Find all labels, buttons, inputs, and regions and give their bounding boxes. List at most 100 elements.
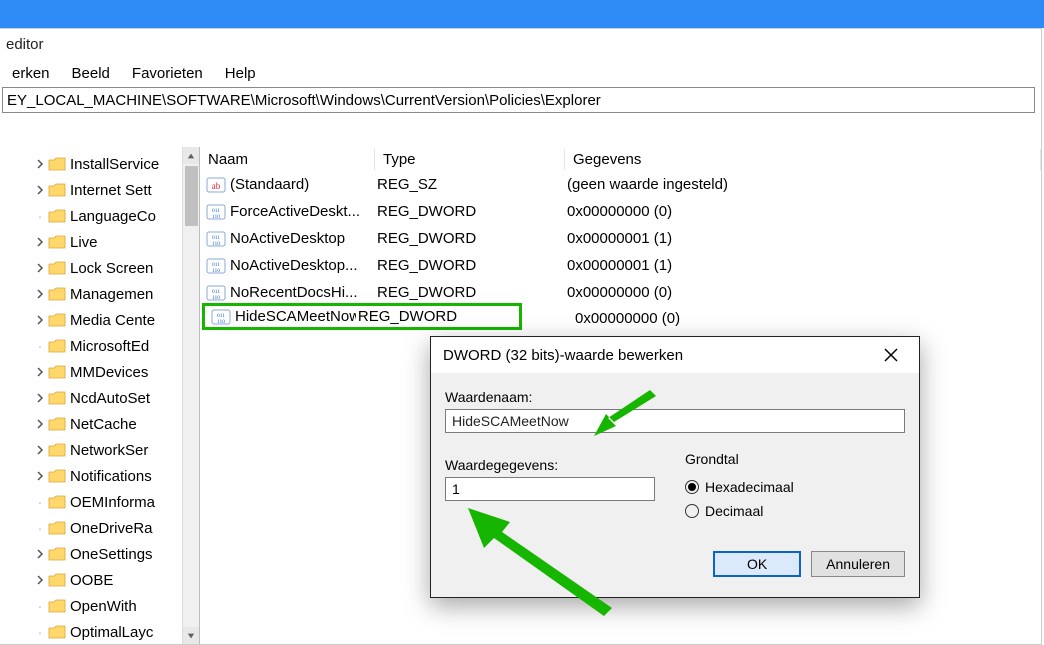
menu-help[interactable]: Help <box>217 63 264 84</box>
chevron-right-icon[interactable] <box>32 393 48 403</box>
tree-item-label: Media Cente <box>70 312 155 329</box>
tree-item[interactable]: OOBE <box>4 567 199 593</box>
ok-button[interactable]: OK <box>713 551 801 577</box>
chevron-right-icon[interactable] <box>32 263 48 273</box>
list-row[interactable]: 011110HideSCAMeetNowREG_DWORD <box>202 303 522 330</box>
tree-item[interactable]: Internet Sett <box>4 177 199 203</box>
folder-icon <box>48 235 66 249</box>
radio-dec-icon <box>685 504 699 518</box>
tree-item-label: OneSettings <box>70 546 153 563</box>
list-header[interactable]: Naam Type Gegevens <box>200 147 1041 171</box>
window-title: editor <box>0 29 1041 59</box>
folder-icon <box>48 261 66 275</box>
col-name[interactable]: Naam <box>200 149 375 170</box>
chevron-right-icon[interactable] <box>32 471 48 481</box>
col-type[interactable]: Type <box>375 149 565 170</box>
tree-item[interactable]: OneSettings <box>4 541 199 567</box>
svg-text:110: 110 <box>212 295 220 301</box>
tree-item-label: NetCache <box>70 416 137 433</box>
tree-item[interactable]: ·MicrosoftEd <box>4 333 199 359</box>
tree-item[interactable]: Media Cente <box>4 307 199 333</box>
chevron-right-icon[interactable] <box>32 419 48 429</box>
tree-item-label: NcdAutoSet <box>70 390 150 407</box>
chevron-right-icon[interactable] <box>32 549 48 559</box>
dialog-title: DWORD (32 bits)-waarde bewerken <box>443 347 683 364</box>
value-data: 0x00000001 (1) <box>565 257 1041 274</box>
tree-item[interactable]: Lock Screen <box>4 255 199 281</box>
tree-item[interactable]: ·LanguageCo <box>4 203 199 229</box>
tree-item[interactable]: ·OpenWith <box>4 593 199 619</box>
tree-item[interactable]: NetCache <box>4 411 199 437</box>
address-bar-text[interactable]: EY_LOCAL_MACHINE\SOFTWARE\Microsoft\Wind… <box>3 91 1034 110</box>
list-row[interactable]: 011110NoActiveDesktop... REG_DWORD0x00000… <box>200 252 1041 279</box>
tree-item-label: MMDevices <box>70 364 148 381</box>
chevron-right-icon[interactable] <box>32 185 48 195</box>
cancel-button[interactable]: Annuleren <box>811 551 905 577</box>
tree-scrollbar[interactable] <box>182 147 199 644</box>
chevron-right-icon[interactable] <box>32 159 48 169</box>
reg-dword-icon: 011110 <box>206 257 226 275</box>
tree-item[interactable]: ·OneDriveRa <box>4 515 199 541</box>
tree-item[interactable]: Managemen <box>4 281 199 307</box>
menubar: erken Beeld Favorieten Help <box>0 59 1041 87</box>
tree-item[interactable]: ·OEMInforma <box>4 489 199 515</box>
value-data-field[interactable] <box>445 477 655 501</box>
chevron-right-icon[interactable] <box>32 237 48 247</box>
svg-text:ab: ab <box>212 181 221 191</box>
tree-pane: InstallServiceInternet Sett·LanguageCoLi… <box>0 147 200 644</box>
menu-edit[interactable]: erken <box>4 63 58 84</box>
list-row[interactable]: 011110ForceActiveDeskt...REG_DWORD0x0000… <box>200 198 1041 225</box>
reg-dword-icon: 011110 <box>206 203 226 221</box>
list-row[interactable]: ab(Standaard)REG_SZ(geen waarde ingestel… <box>200 171 1041 198</box>
tree-item[interactable]: MMDevices <box>4 359 199 385</box>
value-type: REG_DWORD <box>375 257 565 274</box>
folder-icon <box>48 183 66 197</box>
list-row[interactable]: 011110NoRecentDocsHi...REG_DWORD0x000000… <box>200 279 1041 306</box>
value-data: 0x00000000 (0) <box>575 310 680 327</box>
chevron-right-icon[interactable] <box>32 289 48 299</box>
svg-text:110: 110 <box>212 268 220 274</box>
svg-text:110: 110 <box>217 319 225 325</box>
tree-item-label: OneDriveRa <box>70 520 153 537</box>
chevron-right-icon[interactable] <box>32 367 48 377</box>
base-group: Grondtal Hexadecimaal Decimaal <box>685 451 905 523</box>
col-data[interactable]: Gegevens <box>565 149 1041 170</box>
scroll-down-icon[interactable] <box>183 627 199 644</box>
tree-item-label: NetworkSer <box>70 442 148 459</box>
radio-hex-label: Hexadecimaal <box>705 479 794 495</box>
tree-item[interactable]: NcdAutoSet <box>4 385 199 411</box>
menu-view[interactable]: Beeld <box>64 63 118 84</box>
tree-item-label: MicrosoftEd <box>70 338 149 355</box>
chevron-right-icon[interactable] <box>32 575 48 585</box>
radio-dec[interactable]: Decimaal <box>685 499 905 523</box>
chevron-right-icon[interactable] <box>32 315 48 325</box>
radio-hex[interactable]: Hexadecimaal <box>685 475 905 499</box>
tree-item[interactable]: InstallService <box>4 151 199 177</box>
value-name-field[interactable] <box>445 409 905 433</box>
tree-item[interactable]: ·OptimalLayc <box>4 619 199 644</box>
folder-icon <box>48 599 66 613</box>
tree-item[interactable]: NetworkSer <box>4 437 199 463</box>
value-name-label: Waardenaam: <box>445 389 905 405</box>
folder-icon <box>48 365 66 379</box>
list-row[interactable]: 011110NoActiveDesktopREG_DWORD0x00000001… <box>200 225 1041 252</box>
scroll-thumb[interactable] <box>185 166 198 226</box>
address-bar[interactable]: EY_LOCAL_MACHINE\SOFTWARE\Microsoft\Wind… <box>2 87 1035 113</box>
value-name: NoActiveDesktop... <box>230 257 358 274</box>
reg-dword-icon: 011110 <box>206 284 226 302</box>
close-button[interactable] <box>875 341 907 369</box>
value-data-label: Waardegegevens: <box>445 457 655 473</box>
folder-icon <box>48 313 66 327</box>
chevron-right-icon[interactable] <box>32 445 48 455</box>
value-type: REG_DWORD <box>375 203 565 220</box>
value-data: 0x00000001 (1) <box>565 230 1041 247</box>
tree-item[interactable]: Live <box>4 229 199 255</box>
folder-icon <box>48 469 66 483</box>
menu-favorites[interactable]: Favorieten <box>124 63 211 84</box>
close-icon <box>884 348 898 362</box>
tree-item-label: Lock Screen <box>70 260 153 277</box>
value-type: REG_DWORD <box>375 230 565 247</box>
tree-item-label: OOBE <box>70 572 113 589</box>
tree-item[interactable]: Notifications <box>4 463 199 489</box>
scroll-up-icon[interactable] <box>183 147 199 164</box>
